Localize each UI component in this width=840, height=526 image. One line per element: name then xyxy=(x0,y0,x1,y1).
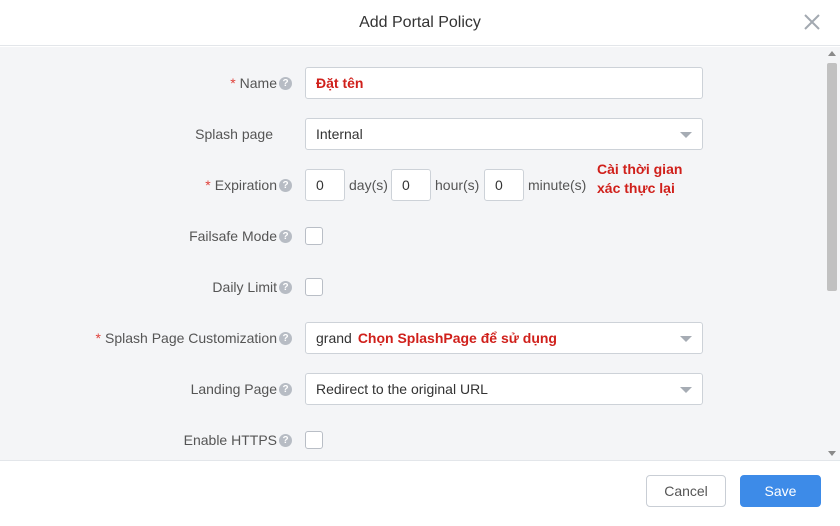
scroll-up-icon[interactable] xyxy=(828,51,836,56)
dialog-title: Add Portal Policy xyxy=(359,14,481,31)
days-input[interactable]: 0 xyxy=(305,169,345,201)
help-icon[interactable]: ? xyxy=(279,77,292,90)
hours-unit: hour(s) xyxy=(435,177,480,193)
cancel-button[interactable]: Cancel xyxy=(646,475,726,507)
days-unit: day(s) xyxy=(349,177,388,193)
splash-page-customization-value: grand xyxy=(316,330,352,346)
minutes-unit: minute(s) xyxy=(528,177,587,193)
help-icon[interactable]: ? xyxy=(279,230,292,243)
enable-https-checkbox[interactable] xyxy=(305,431,323,449)
help-icon[interactable]: ? xyxy=(279,434,292,447)
chevron-down-icon xyxy=(680,387,692,393)
landing-page-row: Landing Page ? Redirect to the original … xyxy=(0,373,824,405)
save-button[interactable]: Save xyxy=(740,475,821,507)
splash-page-label: Splash page xyxy=(195,126,273,142)
expiration-annotation: Cài thời gian xác thực lại xyxy=(597,161,683,196)
scroll-down-icon[interactable] xyxy=(828,451,836,456)
required-mark: * xyxy=(95,330,101,346)
expiration-label: * Expiration xyxy=(205,177,277,193)
splash-page-customization-row: * Splash Page Customization ? grand Chọn S… xyxy=(0,322,824,354)
splash-page-customization-label: * Splash Page Customization xyxy=(95,330,277,346)
daily-limit-row: Daily Limit ? xyxy=(0,271,824,303)
vertical-scrollbar[interactable] xyxy=(824,47,840,460)
help-icon[interactable]: ? xyxy=(279,179,292,192)
chevron-down-icon xyxy=(680,132,692,138)
required-mark: * xyxy=(205,177,211,193)
help-icon[interactable]: ? xyxy=(279,383,292,396)
failsafe-mode-checkbox[interactable] xyxy=(305,227,323,245)
splash-page-customization-annotation: Chọn SplashPage để sử dụng xyxy=(357,330,557,346)
enable-https-row: Enable HTTPS ? xyxy=(0,424,824,456)
name-row: * Name ? Đặt tên xyxy=(0,67,824,99)
failsafe-mode-label: Failsafe Mode xyxy=(189,228,277,244)
chevron-down-icon xyxy=(680,336,692,342)
expiration-row: * Expiration ? 0 day(s) 0 hour(s) 0 minut… xyxy=(0,161,824,201)
hours-input[interactable]: 0 xyxy=(391,169,431,201)
landing-page-label: Landing Page xyxy=(190,381,277,397)
splash-page-row: Splash page Internal xyxy=(0,118,824,150)
enable-https-label: Enable HTTPS xyxy=(183,432,277,448)
scrollbar-thumb[interactable] xyxy=(827,63,837,291)
splash-page-select[interactable]: Internal xyxy=(305,118,703,150)
daily-limit-label: Daily Limit xyxy=(212,279,277,295)
name-input[interactable]: Đặt tên xyxy=(305,67,703,99)
landing-page-select[interactable]: Redirect to the original URL xyxy=(305,373,703,405)
dialog-header: Add Portal Policy xyxy=(0,0,840,46)
daily-limit-checkbox[interactable] xyxy=(305,278,323,296)
close-icon[interactable] xyxy=(802,12,822,32)
dialog-footer: Cancel Save xyxy=(0,460,840,526)
failsafe-mode-row: Failsafe Mode ? xyxy=(0,220,824,252)
splash-page-value: Internal xyxy=(316,126,363,142)
landing-page-value: Redirect to the original URL xyxy=(316,381,488,397)
name-label: * Name xyxy=(230,75,277,91)
form-body: * Name ? Đặt tên Splash page Internal * Ex… xyxy=(0,47,840,460)
splash-page-customization-select[interactable]: grand Chọn SplashPage để sử dụng xyxy=(305,322,703,354)
minutes-input[interactable]: 0 xyxy=(484,169,524,201)
help-icon[interactable]: ? xyxy=(279,332,292,345)
help-icon[interactable]: ? xyxy=(279,281,292,294)
required-mark: * xyxy=(230,75,236,91)
